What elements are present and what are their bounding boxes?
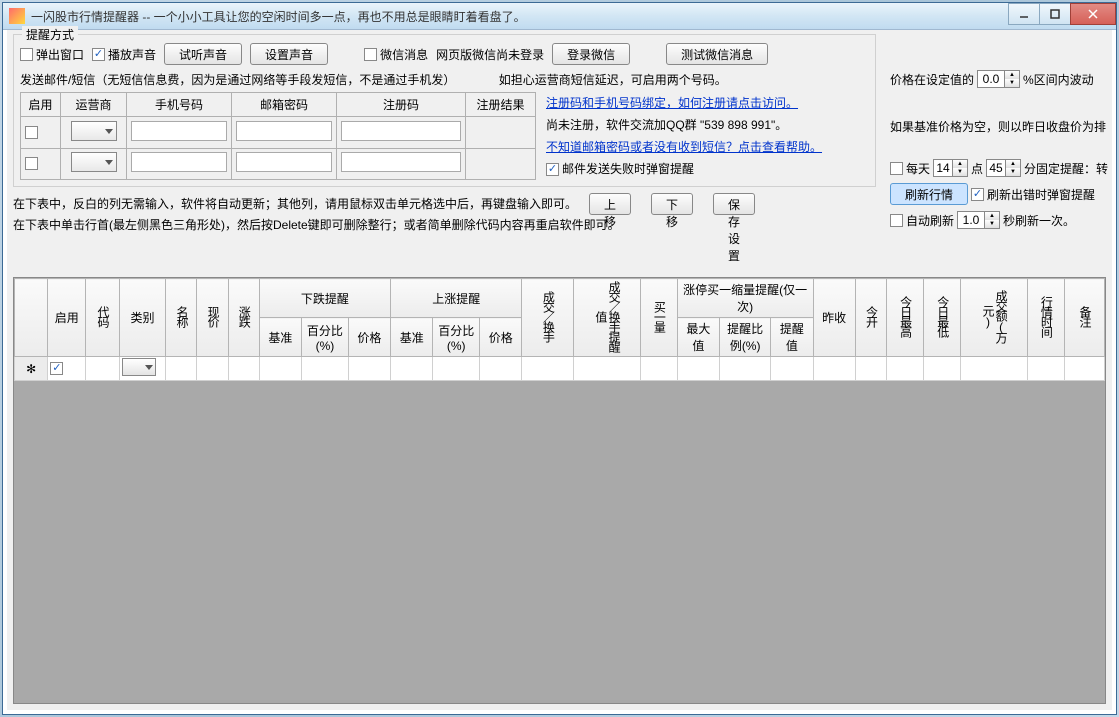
mail-row-1 (21, 117, 536, 148)
wechat-status: 网页版微信尚未登录 (436, 46, 544, 63)
mail1-enable[interactable] (25, 126, 38, 139)
gh-open[interactable]: 今开 (864, 306, 877, 326)
reminder-fieldset: 提醒方式 弹出窗口 播放声音 试听声音 设置声音 微信消息 网页版微信尚未登录 … (13, 34, 876, 187)
gh-change[interactable]: 涨跌 (237, 306, 250, 326)
refresh-button[interactable]: 刷新行情 (890, 183, 968, 205)
close-button[interactable] (1070, 3, 1116, 25)
mail2-enable[interactable] (25, 157, 38, 170)
mail2-regcode[interactable] (341, 152, 461, 172)
mail1-pwd[interactable] (236, 121, 332, 141)
gh-low[interactable]: 今日最低 (936, 296, 949, 336)
mail1-phone[interactable] (131, 121, 227, 141)
mail2-pwd[interactable] (236, 152, 332, 172)
hour-spinner[interactable]: ▲▼ (933, 159, 968, 177)
save-settings-button[interactable]: 保存设置 (713, 193, 755, 215)
mail-row-2 (21, 148, 536, 179)
grid-row-new[interactable]: ✻ (15, 357, 1105, 381)
move-down-button[interactable]: 下移 (651, 193, 693, 215)
gh-note[interactable]: 备注 (1078, 306, 1091, 326)
sms-note-row: 发送邮件/短信（无短信信息费，因为是通过网络等手段发短信，不是通过手机发） 如担… (20, 69, 869, 90)
gh-name[interactable]: 名称 (175, 306, 188, 326)
every-day-checkbox[interactable]: 每天 (890, 160, 930, 177)
gh-amount[interactable]: 成交额(万元) (981, 280, 1007, 353)
set-sound-button[interactable]: 设置声音 (250, 43, 328, 65)
row-enable[interactable] (50, 362, 63, 375)
popup-window-checkbox[interactable]: 弹出窗口 (20, 46, 84, 63)
gh-type[interactable]: 类别 (119, 279, 166, 357)
mail-right-info: 注册码和手机号码绑定，如何注册请点击访问。 尚未注册，软件交流加QQ群 "539… (536, 90, 822, 180)
mail1-regcode[interactable] (341, 121, 461, 141)
client-area: 提醒方式 弹出窗口 播放声音 试听声音 设置声音 微信消息 网页版微信尚未登录 … (7, 30, 1112, 710)
help-link[interactable]: 不知道邮箱密码或者没有收到短信？点击查看帮助。 (546, 140, 822, 154)
main-window: 一闪股市行情提醒器 -- 一个小小工具让您的空闲时间多一点，再也不用总是眼睛盯着… (2, 2, 1117, 715)
gh-volhand[interactable]: 成交／换手 (541, 291, 554, 341)
col-carrier: 运营商 (61, 93, 127, 117)
maximize-button[interactable] (1039, 3, 1071, 25)
gh-price[interactable]: 现价 (206, 306, 219, 326)
gh-enable[interactable]: 启用 (48, 279, 86, 357)
wechat-msg-checkbox[interactable]: 微信消息 (364, 46, 428, 63)
grid-header: 启用 代码 类别 名称 现价 涨跌 下跌提醒 上涨提醒 成交／换手 成交／换手提… (14, 278, 1105, 381)
gh-rise[interactable]: 上涨提醒 (391, 279, 522, 318)
price-spinner[interactable]: ▲▼ (977, 70, 1020, 88)
minute-spinner[interactable]: ▲▼ (986, 159, 1021, 177)
mail-table: 启用 运营商 手机号码 邮箱密码 注册码 注册结果 (20, 92, 536, 180)
test-sound-button[interactable]: 试听声音 (164, 43, 242, 65)
play-sound-checkbox[interactable]: 播放声音 (92, 46, 156, 63)
gh-code[interactable]: 代码 (96, 306, 109, 326)
gh-buy1[interactable]: 买一量 (652, 301, 665, 331)
gh-high[interactable]: 今日最高 (898, 296, 911, 336)
col-enable: 启用 (21, 93, 61, 117)
minimize-button[interactable] (1008, 3, 1040, 25)
auto-refresh-spinner[interactable]: ▲▼ (957, 211, 1000, 229)
instructions: 在下表中，反白的列无需输入，软件将自动更新；其他列，请用鼠标双击单元格选中后，再… (7, 189, 882, 239)
col-mailpwd: 邮箱密码 (232, 93, 337, 117)
row-type-combo[interactable] (122, 358, 156, 376)
register-link[interactable]: 注册码和手机号码绑定，如何注册请点击访问。 (546, 96, 798, 110)
col-phone: 手机号码 (127, 93, 232, 117)
left-main: 提醒方式 弹出窗口 播放声音 试听声音 设置声音 微信消息 网页版微信尚未登录 … (7, 30, 882, 239)
move-up-button[interactable]: 上移 (589, 193, 631, 215)
col-regresult: 注册结果 (466, 93, 536, 117)
gh-limit[interactable]: 涨停买一缩量提醒(仅一次) (677, 279, 813, 318)
gh-prevclose[interactable]: 昨收 (813, 279, 855, 357)
app-icon (9, 8, 25, 24)
gh-fall[interactable]: 下跌提醒 (259, 279, 390, 318)
window-title: 一闪股市行情提醒器 -- 一个小小工具让您的空闲时间多一点，再也不用总是眼睛盯着… (31, 8, 1009, 25)
titlebar: 一闪股市行情提醒器 -- 一个小小工具让您的空闲时间多一点，再也不用总是眼睛盯着… (3, 3, 1116, 30)
reminder-legend: 提醒方式 (22, 26, 78, 43)
row-indicator[interactable]: ✻ (15, 357, 48, 381)
window-controls (1009, 3, 1116, 29)
mail2-phone[interactable] (131, 152, 227, 172)
gh-volhandval[interactable]: 成交／换手提醒值 (594, 280, 620, 353)
auto-refresh-checkbox[interactable]: 自动刷新 (890, 212, 954, 229)
mail-fail-popup-checkbox[interactable]: 邮件发送失败时弹窗提醒 (546, 158, 822, 180)
data-grid: 启用 代码 类别 名称 现价 涨跌 下跌提醒 上涨提醒 成交／换手 成交／换手提… (13, 277, 1106, 704)
reminder-row1: 弹出窗口 播放声音 试听声音 设置声音 微信消息 网页版微信尚未登录 登录微信 … (20, 39, 869, 69)
mail2-carrier[interactable] (71, 152, 117, 172)
col-regcode: 注册码 (337, 93, 466, 117)
test-wechat-button[interactable]: 测试微信消息 (666, 43, 768, 65)
gh-time[interactable]: 行情时间 (1039, 296, 1052, 336)
mail1-carrier[interactable] (71, 121, 117, 141)
right-panel: 价格在设定值的 ▲▼ %区间内波动 如果基准价格为空，则以昨日收盘价为排 每天 … (886, 60, 1112, 239)
refresh-error-checkbox[interactable]: 刷新出错时弹窗提醒 (971, 186, 1095, 203)
login-wechat-button[interactable]: 登录微信 (552, 43, 630, 65)
